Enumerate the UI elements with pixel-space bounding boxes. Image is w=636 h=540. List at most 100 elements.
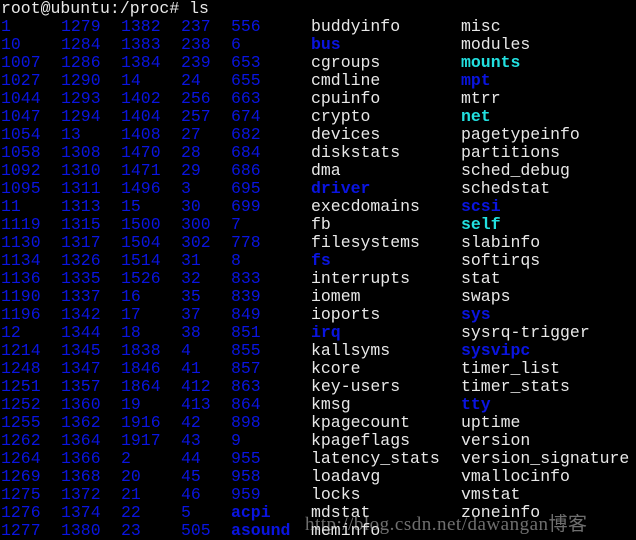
directory-entry: 1 [1,17,11,36]
directory-entry: 1345 [61,341,101,360]
file-entry: softirqs [461,251,541,270]
directory-entry: 1262 [1,431,41,450]
directory-entry: 1496 [121,179,161,198]
directory-entry: 10 [1,35,21,54]
directory-entry: 1279 [61,17,101,36]
directory-entry: 1402 [121,89,161,108]
symlink-entry: net [461,107,491,126]
directory-entry: sys [461,305,491,324]
file-entry: devices [311,125,381,144]
directory-entry: fs [311,251,331,270]
directory-entry: 1374 [61,503,101,522]
file-entry: mtrr [461,89,501,108]
file-entry: pagetypeinfo [461,125,580,144]
directory-entry: 1190 [1,287,41,306]
file-entry: schedstat [461,179,551,198]
directory-entry: 7 [231,215,241,234]
file-entry: stat [461,269,501,288]
directory-entry: 682 [231,125,261,144]
directory-entry: 18 [121,323,141,342]
directory-entry: 35 [181,287,201,306]
directory-entry: 686 [231,161,261,180]
directory-entry: 857 [231,359,261,378]
directory-entry: 21 [121,485,141,504]
directory-entry: 19 [121,395,141,414]
directory-entry: 684 [231,143,261,162]
directory-entry: 20 [121,467,141,486]
file-entry: ioports [311,305,381,324]
directory-entry: 44 [181,449,201,468]
directory-entry: 1248 [1,359,41,378]
file-entry: sysrq-trigger [461,323,590,342]
directory-entry: 663 [231,89,261,108]
directory-entry: 3 [181,179,191,198]
directory-entry: 1264 [1,449,41,468]
directory-entry: 1095 [1,179,41,198]
directory-entry: 833 [231,269,261,288]
file-entry: iomem [311,287,361,306]
directory-entry: 958 [231,467,261,486]
directory-entry: 11 [1,197,21,216]
directory-entry: 37 [181,305,201,324]
directory-entry: 1214 [1,341,41,360]
directory-entry: 12 [1,323,21,342]
directory-entry: 778 [231,233,261,252]
directory-entry: 32 [181,269,201,288]
directory-entry: 855 [231,341,261,360]
file-entry: partitions [461,143,561,162]
directory-entry: 556 [231,17,261,36]
directory-entry: 851 [231,323,261,342]
directory-entry: 1044 [1,89,41,108]
directory-entry: 28 [181,143,201,162]
directory-entry: 1027 [1,71,41,90]
directory-entry: 1275 [1,485,41,504]
directory-entry: 1362 [61,413,101,432]
file-entry: loadavg [311,467,381,486]
directory-entry: 699 [231,197,261,216]
file-entry: vmallocinfo [461,467,570,486]
file-entry: cmdline [311,71,381,90]
directory-entry: 1054 [1,125,41,144]
file-entry: modules [461,35,531,54]
file-entry: timer_stats [461,377,570,396]
file-entry: version_signature [461,449,630,468]
file-entry: kmsg [311,395,351,414]
directory-entry: mpt [461,71,491,90]
directory-entry: acpi [231,503,271,522]
directory-entry: 9 [231,431,241,450]
file-entry: interrupts [311,269,411,288]
directory-entry: 1368 [61,467,101,486]
file-entry: execdomains [311,197,420,216]
directory-entry: 674 [231,107,261,126]
directory-entry: 1470 [121,143,161,162]
file-entry: filesystems [311,233,420,252]
directory-entry: 653 [231,53,261,72]
directory-entry: 1134 [1,251,41,270]
directory-entry: 24 [181,71,201,90]
file-entry: swaps [461,287,511,306]
directory-entry: 17 [121,305,141,324]
directory-entry: 300 [181,215,211,234]
directory-entry: 1311 [61,179,101,198]
file-entry: dma [311,161,341,180]
directory-entry: 1384 [121,53,161,72]
file-entry: crypto [311,107,371,126]
directory-entry: 43 [181,431,201,450]
directory-entry: 505 [181,521,211,540]
terminal-window[interactable]: root@ubuntu:/proc# ls 1 1279 1382 237 556 bud… [0,0,636,540]
file-entry: kallsyms [311,341,391,360]
directory-entry: 16 [121,287,141,306]
file-entry: latency_stats [311,449,440,468]
directory-entry: 6 [231,35,241,54]
directory-entry: 955 [231,449,261,468]
directory-entry: 257 [181,107,211,126]
file-entry: version [461,431,531,450]
directory-entry: 1335 [61,269,101,288]
directory-entry: 238 [181,35,211,54]
directory-entry: driver [311,179,371,198]
directory-entry: 1276 [1,503,41,522]
directory-entry: 31 [181,251,201,270]
directory-entry: 1366 [61,449,101,468]
directory-entry: 302 [181,233,211,252]
file-entry: timer_list [461,359,561,378]
